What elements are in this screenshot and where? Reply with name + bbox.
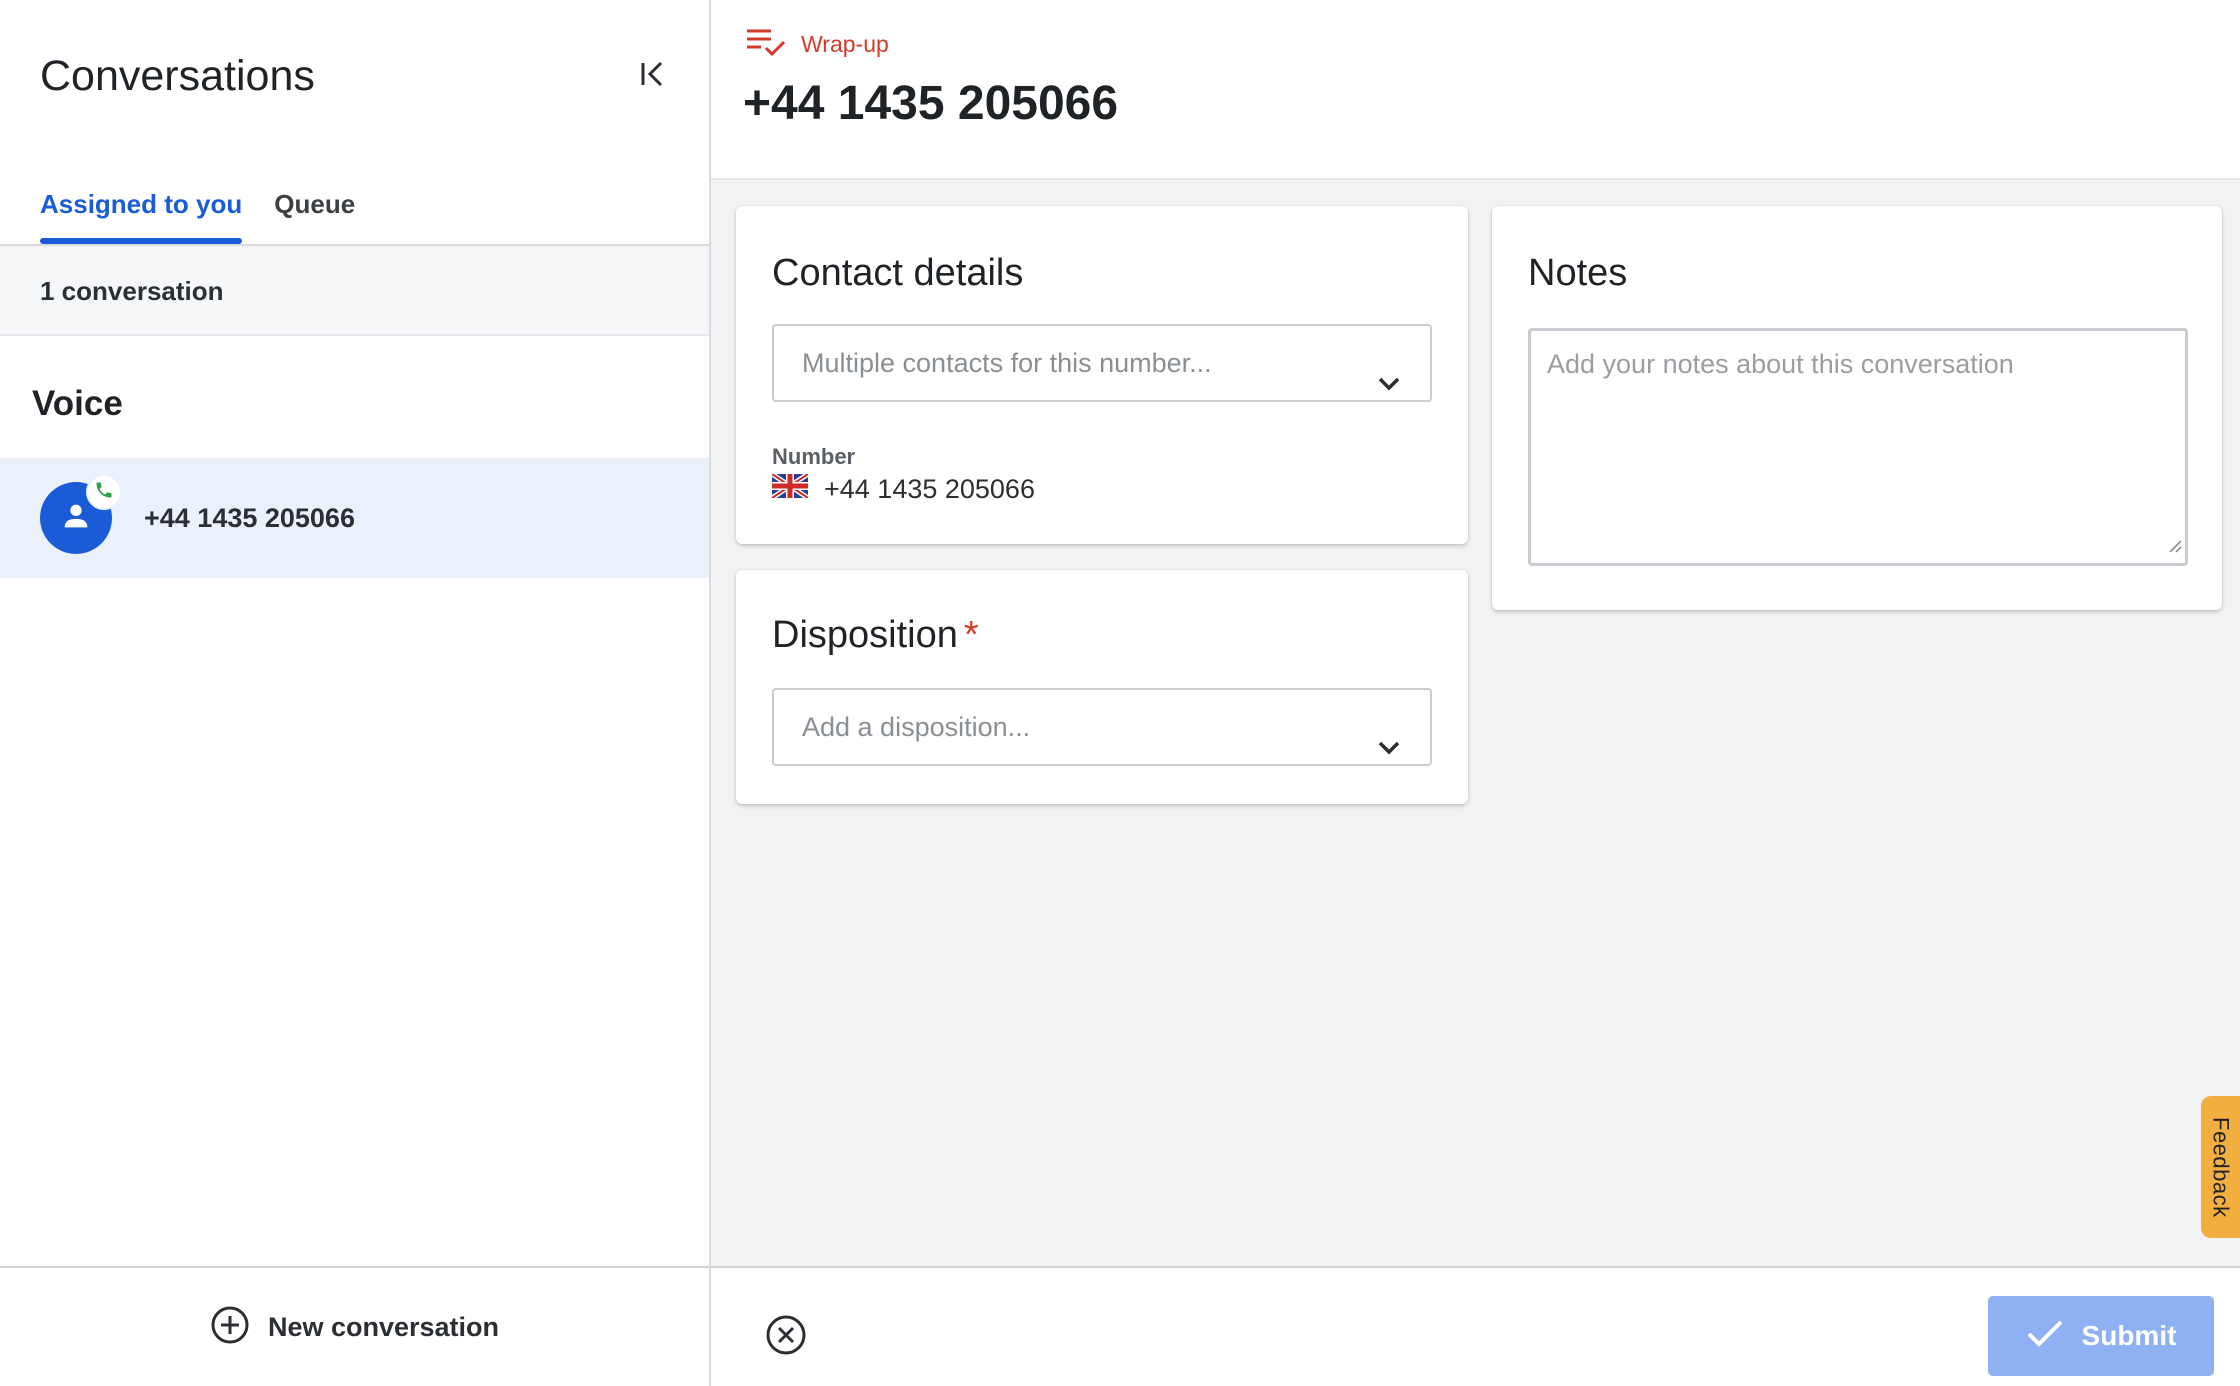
- close-conversation-button[interactable]: [765, 1314, 807, 1361]
- plus-circle-icon: [210, 1305, 250, 1350]
- conversation-header: Wrap-up +44 1435 205066: [711, 0, 2240, 180]
- submit-button[interactable]: Submit: [1988, 1296, 2214, 1376]
- tab-assigned-to-you[interactable]: Assigned to you: [40, 180, 243, 244]
- number-value-row: +44 1435 205066: [770, 471, 1035, 505]
- feedback-label: Feedback: [2208, 1116, 2234, 1218]
- contact-details-title: Contact details: [772, 252, 1024, 294]
- required-marker: *: [963, 614, 979, 656]
- new-conversation-label: New conversation: [267, 1311, 500, 1342]
- disposition-title-row: Disposition *: [772, 614, 979, 657]
- chevron-down-icon: [1376, 715, 1402, 789]
- call-badge: [86, 474, 122, 510]
- sidebar-header: Conversations: [40, 48, 680, 104]
- disposition-card: Disposition * Add a disposition...: [736, 570, 1468, 804]
- disposition-select[interactable]: Add a disposition...: [772, 688, 1432, 766]
- conversation-detail: Wrap-up +44 1435 205066 Contact details …: [711, 0, 2240, 1386]
- sidebar-title: Conversations: [40, 52, 315, 100]
- conversation-tabs: Assigned to you Queue: [40, 180, 355, 244]
- tab-queue[interactable]: Queue: [274, 180, 355, 244]
- chevron-down-icon: [1376, 351, 1402, 425]
- check-icon: [2026, 1319, 2064, 1354]
- phone-icon: [94, 480, 114, 505]
- feedback-tab[interactable]: Feedback: [2201, 1096, 2240, 1238]
- section-title-voice: Voice: [32, 384, 123, 423]
- uk-flag-icon: [770, 471, 810, 505]
- conversation-count: 1 conversation: [0, 246, 709, 336]
- close-circle-icon: [765, 1315, 807, 1360]
- notes-title: Notes: [1528, 252, 1628, 294]
- collapse-left-icon: [637, 59, 667, 94]
- notes-card: Notes Add your notes about this conversa…: [1492, 206, 2222, 610]
- resize-grip-icon[interactable]: [2167, 530, 2183, 561]
- conversations-sidebar: Conversations Assigned to you Queue 1 co…: [0, 0, 711, 1386]
- new-conversation-button[interactable]: New conversation: [0, 1266, 709, 1386]
- wrap-up-icon: [745, 26, 787, 63]
- disposition-title: Disposition: [772, 614, 958, 656]
- contact-select-placeholder: Multiple contacts for this number...: [802, 348, 1212, 378]
- conversation-phone-number: +44 1435 205066: [144, 503, 355, 533]
- contact-details-card: Contact details Multiple contacts for th…: [736, 206, 1468, 544]
- disposition-select-placeholder: Add a disposition...: [802, 712, 1031, 742]
- status-label: Wrap-up: [801, 31, 889, 57]
- action-footer: Submit: [711, 1266, 2240, 1386]
- number-label: Number: [772, 444, 856, 469]
- page-title: +44 1435 205066: [743, 77, 1119, 130]
- notes-textarea[interactable]: Add your notes about this conversation: [1528, 328, 2188, 566]
- submit-label: Submit: [2081, 1320, 2177, 1351]
- collapse-sidebar-button[interactable]: [624, 50, 680, 102]
- status-indicator: Wrap-up: [745, 26, 889, 63]
- person-icon: [59, 499, 93, 538]
- notes-placeholder: Add your notes about this conversation: [1547, 349, 2014, 379]
- contact-select[interactable]: Multiple contacts for this number...: [772, 324, 1432, 402]
- number-value: +44 1435 205066: [824, 474, 1035, 504]
- conversation-list-item[interactable]: +44 1435 205066: [0, 458, 709, 578]
